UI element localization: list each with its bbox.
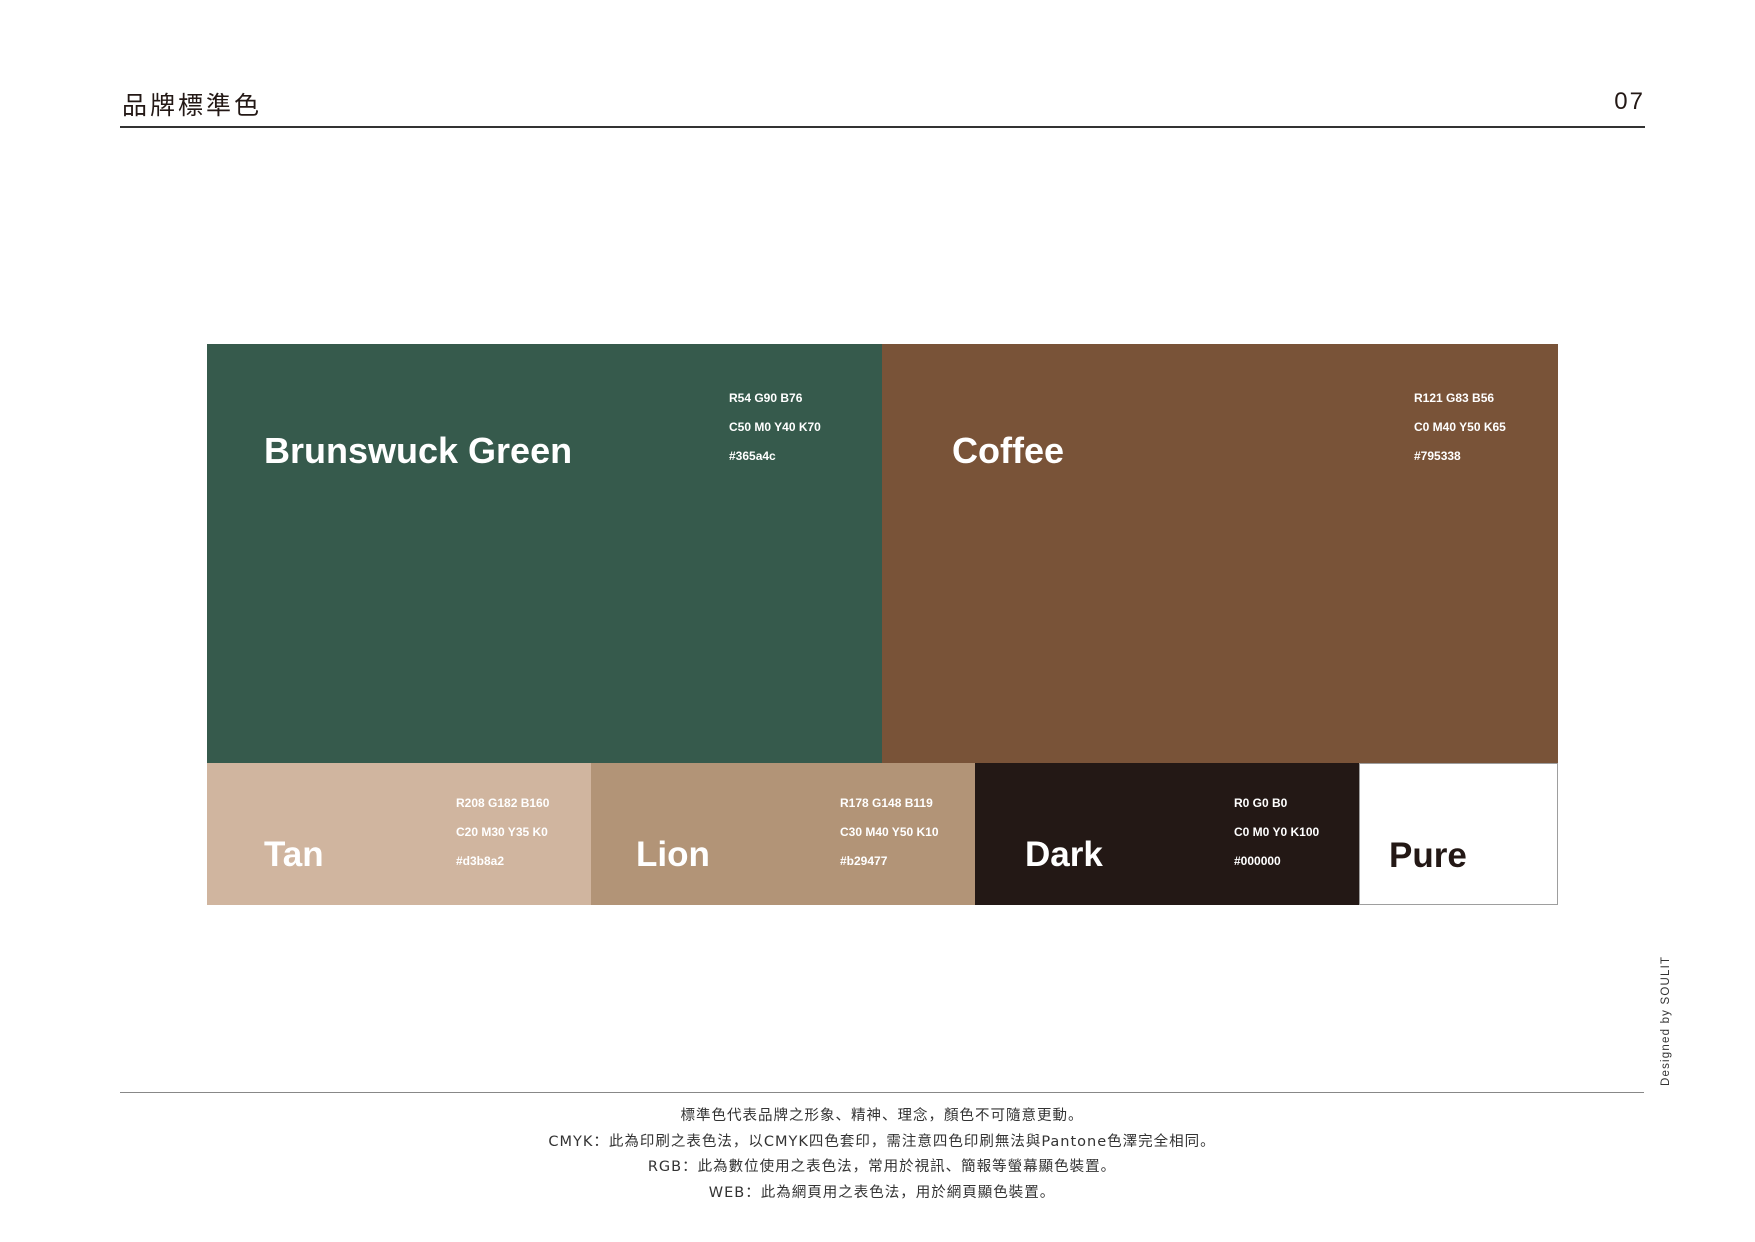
note-line: RGB：此為數位使用之表色法，常用於視訊、簡報等螢幕顯色裝置。 [647,1159,1117,1175]
page-title: 品牌標準色 [122,91,263,120]
cmyk-value: C50 M0 Y40 K70 [729,420,821,434]
rgb-value: R121 G83 B56 [1414,391,1495,405]
cmyk-value: C0 M0 Y0 K100 [1234,825,1320,839]
color-specs: R54 G90 B76 C50 M0 Y40 K70 #365a4c [729,384,821,471]
swatch-tan: Tan R208 G182 B160 C20 M30 Y35 K0 #d3b8a… [207,763,591,905]
swatch-name: Lion [636,835,710,874]
swatch-coffee: Coffee R121 G83 B56 C0 M40 Y50 K65 #7953… [882,344,1558,763]
note-line: WEB：此為網頁用之表色法，用於網頁顯色裝置。 [708,1184,1056,1201]
cmyk-value: C30 M40 Y50 K10 [840,825,939,839]
color-usage-notes: 標準色代表品牌之形象、精神、理念，顏色不可隨意更動。 CMYK：此為印刷之表色法… [120,1104,1644,1206]
rgb-value: R0 G0 B0 [1234,796,1288,810]
swatch-name: Coffee [952,430,1065,471]
color-specs: R178 G148 B119 C30 M40 Y50 K10 #b29477 [840,789,939,876]
footer-divider [120,1092,1644,1093]
swatch-name: Pure [1389,836,1467,875]
swatch-brunswick-green: Brunswuck Green R54 G90 B76 C50 M0 Y40 K… [207,344,882,763]
color-palette: Brunswuck Green R54 G90 B76 C50 M0 Y40 K… [207,344,1558,905]
color-specs: R208 G182 B160 C20 M30 Y35 K0 #d3b8a2 [456,789,549,876]
swatch-dark: Dark R0 G0 B0 C0 M0 Y0 K100 #000000 [975,763,1359,905]
swatch-name: Tan [264,835,324,874]
note-line: 標準色代表品牌之形象、精神、理念，顏色不可隨意更動。 [680,1108,1084,1124]
swatch-pure: Pure [1359,763,1558,905]
designer-credit: Designed by SOULIT [1660,955,1672,1086]
hex-value: #000000 [1234,854,1281,868]
hex-value: #b29477 [840,854,888,868]
page-header: 品牌標準色 07 [120,82,1645,128]
rgb-value: R178 G148 B119 [840,796,933,810]
color-specs: R0 G0 B0 C0 M0 Y0 K100 #000000 [1234,789,1319,876]
swatch-name: Brunswuck Green [264,430,573,471]
hex-value: #d3b8a2 [456,854,505,868]
color-specs: R121 G83 B56 C0 M40 Y50 K65 #795338 [1414,384,1506,471]
page-number: 07 [1614,88,1645,115]
note-line: CMYK：此為印刷之表色法，以CMYK四色套印，需注意四色印刷無法與Panton… [548,1133,1216,1150]
rgb-value: R54 G90 B76 [729,391,803,405]
cmyk-value: C0 M40 Y50 K65 [1414,420,1506,434]
cmyk-value: C20 M30 Y35 K0 [456,825,548,839]
swatch-lion: Lion R178 G148 B119 C30 M40 Y50 K10 #b29… [591,763,975,905]
hex-value: #795338 [1414,449,1461,463]
hex-value: #365a4c [729,449,776,463]
rgb-value: R208 G182 B160 [456,796,550,810]
swatch-name: Dark [1025,835,1103,874]
